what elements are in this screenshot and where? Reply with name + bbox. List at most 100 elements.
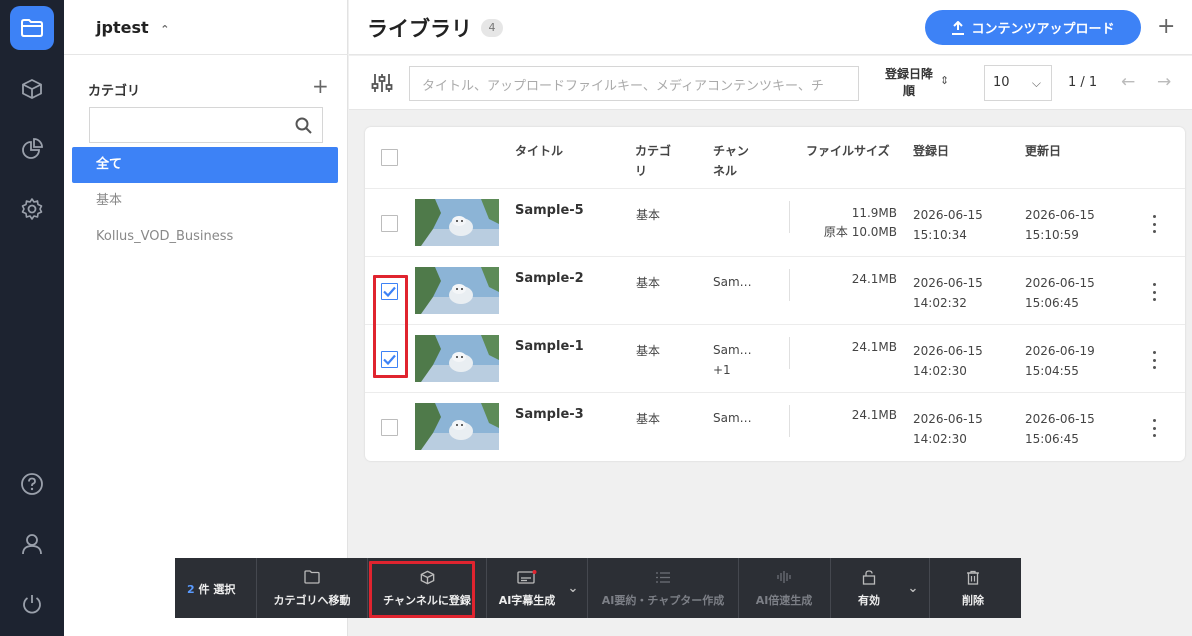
table-row[interactable]: Sample-1 基本 Sam… +1 24.1MB 2026-06-15 14:0… [365, 324, 1185, 392]
column-header-title[interactable]: タイトル [515, 141, 563, 161]
add-button[interactable]: + [1157, 15, 1175, 39]
chevron-updown-icon: ⌃ [160, 23, 170, 36]
chevron-down-icon: ⌄ [907, 580, 919, 596]
row-updated-date: 2026-06-19 15:04:55 [1025, 341, 1095, 381]
row-channel: Sam… +1 [713, 340, 752, 380]
user-icon [22, 534, 42, 555]
category-search-input[interactable] [89, 107, 323, 143]
row-registered-date: 2026-06-15 15:10:34 [913, 205, 983, 245]
selection-count: 2 件 選択 [187, 581, 235, 597]
video-thumbnail[interactable] [415, 199, 499, 246]
highlight-box-register-channel [369, 561, 475, 618]
column-header-category[interactable]: カテゴリ [635, 141, 679, 181]
ai-summary-button[interactable]: AI要約・チャプター作成 [588, 558, 738, 618]
divider [64, 54, 348, 55]
arrow-right-icon[interactable]: → [1157, 72, 1171, 92]
per-page-select[interactable]: 10 ⌵ [984, 65, 1052, 101]
row-title[interactable]: Sample-1 [515, 339, 584, 354]
account-nav-button[interactable] [17, 529, 47, 559]
arrow-left-icon[interactable]: ← [1121, 72, 1135, 92]
column-header-registered[interactable]: 登録日 [913, 141, 949, 161]
row-filesize: 24.1MB [797, 406, 897, 425]
content-count-badge: 4 [481, 19, 503, 37]
row-category: 基本 [636, 344, 661, 358]
move-category-button[interactable]: カテゴリへ移動 [257, 558, 367, 618]
folder-icon [21, 19, 43, 37]
waveform-icon [777, 571, 791, 583]
sliders-icon[interactable] [371, 72, 393, 94]
help-nav-button[interactable] [17, 469, 47, 499]
content-table: タイトル カテゴリ チャンネル ファイルサイズ 登録日 更新日 Sample-5… [365, 127, 1185, 461]
ai-subtitle-button[interactable]: AI字幕生成 [487, 558, 567, 618]
video-thumbnail[interactable] [415, 403, 499, 450]
upload-content-button[interactable]: コンテンツアップロード [925, 10, 1141, 45]
add-category-button[interactable]: + [312, 76, 329, 96]
table-row[interactable]: Sample-3 基本 Sam… 24.1MB 2026-06-15 14:02:… [365, 392, 1185, 460]
column-header-filesize[interactable]: ファイルサイズ [806, 141, 890, 161]
video-thumbnail[interactable] [415, 267, 499, 314]
power-icon [23, 595, 41, 614]
row-title[interactable]: Sample-2 [515, 271, 584, 286]
sort-select[interactable]: 登録日降順 [873, 66, 945, 102]
gear-icon [21, 198, 43, 220]
date: 2026-06-15 [1025, 412, 1095, 426]
selected-suffix: 件 選択 [198, 583, 236, 596]
library-nav-button[interactable] [10, 6, 54, 50]
select-all-checkbox[interactable] [381, 149, 398, 166]
category-heading: カテゴリ [88, 84, 141, 99]
time: 15:06:45 [1025, 432, 1079, 446]
date: 2026-06-15 [913, 208, 983, 222]
category-item-all[interactable]: 全て [72, 147, 338, 183]
row-category: 基本 [636, 276, 661, 290]
divider [789, 337, 790, 369]
row-category: 基本 [636, 412, 661, 426]
ai-subtitle-dropdown[interactable]: ⌄ [561, 558, 585, 618]
video-thumbnail[interactable] [415, 335, 499, 382]
channel-nav-button[interactable] [17, 74, 47, 104]
statistics-nav-button[interactable] [17, 134, 47, 164]
content-search-input[interactable]: タイトル、アップロードファイルキー、メディアコンテンツキー、チ [409, 66, 859, 101]
table-row[interactable]: Sample-2 基本 Sam… 24.1MB 2026-06-15 14:02:… [365, 256, 1185, 324]
unlock-icon [862, 569, 876, 585]
delete-button[interactable]: 削除 [930, 558, 1016, 618]
row-title[interactable]: Sample-3 [515, 407, 584, 422]
kebab-icon[interactable] [1151, 283, 1157, 301]
selected-number: 2 [187, 583, 195, 596]
category-item-basic[interactable]: 基本 [72, 183, 338, 219]
channel-name: Sam… [713, 343, 752, 357]
search-icon [295, 117, 312, 134]
category-item-kollus[interactable]: Kollus_VOD_Business [72, 219, 338, 255]
highlight-box-checkboxes [373, 275, 408, 378]
column-header-updated[interactable]: 更新日 [1025, 141, 1061, 161]
ai-summary-label: AI要約・チャプター作成 [601, 594, 725, 607]
list-icon [656, 571, 670, 583]
subtitle-icon [517, 570, 537, 584]
enable-dropdown[interactable]: ⌄ [901, 558, 925, 618]
row-checkbox[interactable] [381, 215, 398, 232]
date: 2026-06-15 [1025, 208, 1095, 222]
page-indicator: 1 / 1 [1068, 75, 1098, 90]
sort-label: 登録日降順 [884, 67, 933, 98]
kebab-icon[interactable] [1151, 419, 1157, 437]
row-updated-date: 2026-06-15 15:06:45 [1025, 273, 1095, 313]
settings-nav-button[interactable] [17, 194, 47, 224]
plus-icon: + [312, 74, 329, 98]
row-checkbox[interactable] [381, 419, 398, 436]
ai-subtitle-label: AI字幕生成 [498, 594, 556, 607]
logout-nav-button[interactable] [17, 589, 47, 619]
kebab-icon[interactable] [1151, 215, 1157, 233]
workspace-switcher[interactable]: jptest ⌃ [96, 18, 169, 37]
kebab-icon[interactable] [1151, 351, 1157, 369]
date: 2026-06-15 [913, 412, 983, 426]
table-row[interactable]: Sample-5 基本 11.9MB 原本 10.0MB 2026-06-15 1… [365, 188, 1185, 256]
row-filesize: 11.9MB 原本 10.0MB [797, 204, 897, 242]
workspace-name: jptest [96, 18, 149, 37]
enable-button[interactable]: 有効 [831, 558, 907, 618]
row-channel: Sam… [713, 272, 752, 292]
column-header-channel[interactable]: チャンネル [713, 141, 757, 181]
channel-name: Sam… [713, 411, 752, 425]
row-title[interactable]: Sample-5 [515, 203, 584, 218]
app-rail [0, 0, 64, 636]
channel-extra-count[interactable]: +1 [713, 360, 752, 380]
ai-speed-button[interactable]: AI倍速生成 [739, 558, 829, 618]
